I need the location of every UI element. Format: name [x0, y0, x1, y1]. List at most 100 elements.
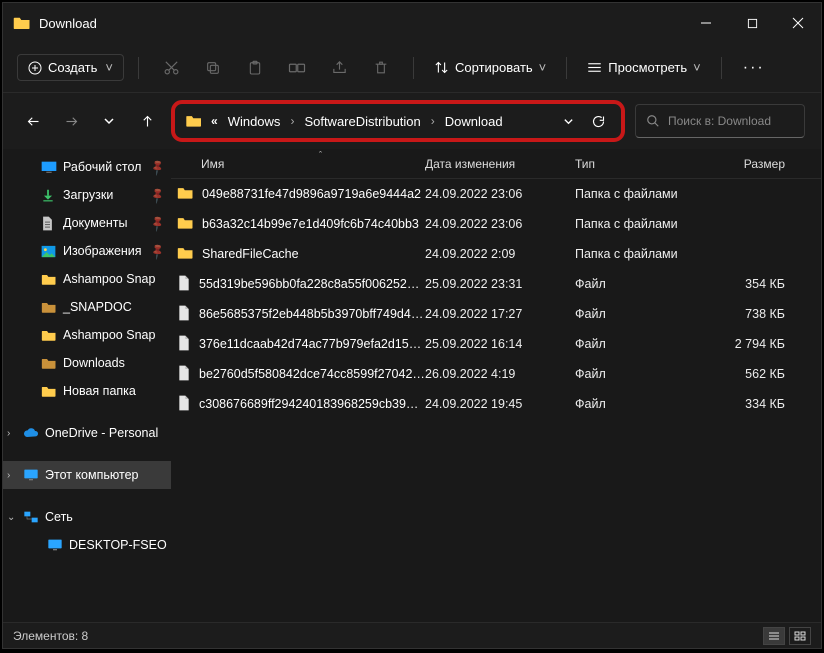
- back-button[interactable]: [19, 107, 47, 135]
- sidebar-quick-item[interactable]: Downloads: [3, 349, 171, 377]
- folder-dark-icon: [41, 356, 57, 370]
- sidebar-quick-item[interactable]: Ashampoo Snap: [3, 265, 171, 293]
- recent-button[interactable]: [95, 107, 123, 135]
- file-list: ˆ Имя Дата изменения Тип Размер 049e8873…: [171, 149, 821, 622]
- sidebar-quick-item[interactable]: Документы📌: [3, 209, 171, 237]
- sidebar-item-label: Загрузки: [63, 188, 113, 202]
- search-placeholder: Поиск в: Download: [668, 114, 771, 128]
- titlebar: Download: [3, 3, 821, 43]
- folder-icon: [41, 384, 57, 398]
- breadcrumb-item[interactable]: Windows: [224, 114, 285, 129]
- sidebar-item-onedrive[interactable]: › OneDrive - Personal: [3, 419, 171, 447]
- maximize-button[interactable]: [729, 3, 775, 43]
- file-name: c308676689ff294240183968259cb3933419...: [199, 397, 425, 411]
- sidebar-item-label: Изображения: [63, 244, 142, 258]
- close-button[interactable]: [775, 3, 821, 43]
- item-count: Элементов: 8: [13, 629, 88, 643]
- table-row[interactable]: SharedFileCache 24.09.2022 2:09Папка с фа…: [171, 239, 821, 269]
- sidebar-item-label: Ashampoo Snap: [63, 328, 155, 342]
- copy-button[interactable]: [195, 53, 231, 83]
- chevron-down-icon: ˅: [693, 60, 701, 75]
- sidebar-item-network[interactable]: ⌄ Сеть: [3, 503, 171, 531]
- table-row[interactable]: 049e88731fe47d9896a9719a6e9444a224.09.20…: [171, 179, 821, 209]
- column-headers: ˆ Имя Дата изменения Тип Размер: [171, 149, 821, 179]
- file-date: 24.09.2022 19:45: [425, 397, 575, 411]
- file-name: b63a32c14b99e7e1d409fc6b74c40bb3: [202, 217, 419, 231]
- file-type: Файл: [575, 397, 705, 411]
- table-row[interactable]: 376e11dcaab42d74ac77b979efa2d15e818...25…: [171, 329, 821, 359]
- sidebar-quick-item[interactable]: Загрузки📌: [3, 181, 171, 209]
- table-row[interactable]: c308676689ff294240183968259cb3933419...2…: [171, 389, 821, 419]
- file-name: SharedFileCache: [202, 247, 299, 261]
- chevron-right-icon: ›: [288, 114, 296, 128]
- file-size: 334 КБ: [705, 397, 785, 411]
- folder-icon: [177, 186, 194, 203]
- sidebar-quick-item[interactable]: Новая папка: [3, 377, 171, 405]
- file-type: Файл: [575, 367, 705, 381]
- file-name: be2760d5f580842dce74cc8599f2704254e6...: [199, 367, 425, 381]
- monitor-icon: [23, 468, 39, 482]
- folder-icon: [13, 15, 31, 31]
- sidebar-item-network-pc[interactable]: DESKTOP-FSEO: [3, 531, 171, 559]
- pin-icon: 📌: [149, 242, 168, 261]
- file-date: 24.09.2022 2:09: [425, 247, 575, 261]
- file-type: Файл: [575, 337, 705, 351]
- forward-button[interactable]: [57, 107, 85, 135]
- minimize-button[interactable]: [683, 3, 729, 43]
- view-menu[interactable]: Просмотреть ˅: [581, 60, 707, 75]
- column-size[interactable]: Размер: [705, 157, 785, 171]
- sidebar-quick-item[interactable]: Изображения 📌: [3, 237, 171, 265]
- sidebar-item-thispc[interactable]: › Этот компьютер: [3, 461, 171, 489]
- sidebar-item-label: Downloads: [63, 356, 125, 370]
- file-date: 24.09.2022 23:06: [425, 217, 575, 231]
- file-name: 376e11dcaab42d74ac77b979efa2d15e818...: [199, 337, 425, 351]
- folder-icon: [185, 114, 203, 128]
- chevron-right-icon: ›: [7, 428, 19, 439]
- address-bar[interactable]: « Windows › SoftwareDistribution › Downl…: [171, 100, 625, 142]
- breadcrumb-item[interactable]: SoftwareDistribution: [300, 114, 424, 129]
- address-dropdown[interactable]: [555, 116, 581, 127]
- sidebar-quick-item[interactable]: Рабочий стол📌: [3, 153, 171, 181]
- thumbnails-view-button[interactable]: [789, 627, 811, 645]
- create-button[interactable]: Создать ˅: [17, 54, 124, 81]
- chevron-down-icon: ˅: [105, 60, 113, 75]
- file-type: Папка с файлами: [575, 247, 705, 261]
- download-icon: [41, 188, 57, 202]
- column-name[interactable]: Имя: [177, 157, 425, 171]
- nav-row: « Windows › SoftwareDistribution › Downl…: [3, 93, 821, 149]
- up-button[interactable]: [133, 107, 161, 135]
- table-row[interactable]: 86e5685375f2eb448b5b3970bff749d478cf...2…: [171, 299, 821, 329]
- table-row[interactable]: 55d319be596bb0fa228c8a55f006252eb8c5...2…: [171, 269, 821, 299]
- column-type[interactable]: Тип: [575, 157, 705, 171]
- more-button[interactable]: ···: [736, 59, 772, 77]
- share-button[interactable]: [321, 53, 357, 83]
- delete-button[interactable]: [363, 53, 399, 83]
- sort-menu[interactable]: Сортировать ˅: [428, 60, 552, 75]
- sidebar-quick-item[interactable]: Ashampoo Snap: [3, 321, 171, 349]
- table-row[interactable]: b63a32c14b99e7e1d409fc6b74c40bb3 24.09.20…: [171, 209, 821, 239]
- refresh-button[interactable]: [585, 114, 611, 129]
- file-date: 24.09.2022 23:06: [425, 187, 575, 201]
- file-size: 738 КБ: [705, 307, 785, 321]
- table-row[interactable]: be2760d5f580842dce74cc8599f2704254e6...2…: [171, 359, 821, 389]
- breadcrumb-item[interactable]: Download: [441, 114, 507, 129]
- sidebar-item-label: Документы: [63, 216, 127, 230]
- folder-icon: [41, 328, 57, 342]
- search-icon: [646, 114, 660, 128]
- chevron-down-icon: ˅: [539, 60, 547, 75]
- file-icon: [177, 335, 191, 354]
- cut-button[interactable]: [153, 53, 189, 83]
- column-date[interactable]: Дата изменения: [425, 157, 575, 171]
- sidebar-item-label: Этот компьютер: [45, 468, 138, 482]
- breadcrumb-overflow[interactable]: «: [209, 114, 220, 128]
- rename-button[interactable]: [279, 53, 315, 83]
- paste-button[interactable]: [237, 53, 273, 83]
- sidebar-quick-item[interactable]: _SNAPDOC: [3, 293, 171, 321]
- sort-ascending-icon: ˆ: [319, 150, 322, 160]
- search-input[interactable]: Поиск в: Download: [635, 104, 805, 138]
- file-name: 55d319be596bb0fa228c8a55f006252eb8c5...: [199, 277, 425, 291]
- details-view-button[interactable]: [763, 627, 785, 645]
- folder-icon: [41, 272, 57, 286]
- network-icon: [23, 510, 39, 524]
- file-date: 26.09.2022 4:19: [425, 367, 575, 381]
